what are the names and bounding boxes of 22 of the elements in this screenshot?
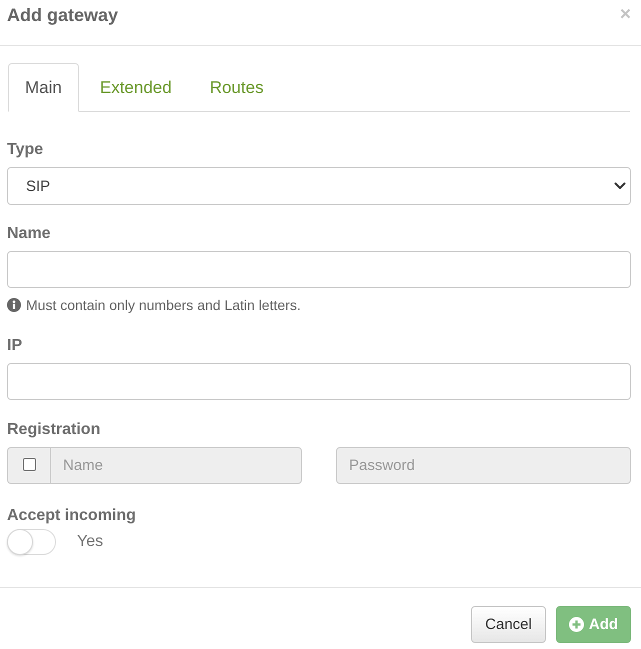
hint-text: Must contain only numbers and Latin letters. [26,296,301,314]
tab[interactable]: Routes [192,63,281,112]
tab[interactable]: Extended [82,63,189,112]
field-label: Accept incoming [7,506,136,526]
plus-circle-icon [568,617,584,632]
cancel-button[interactable]: Cancel [471,606,546,643]
tab[interactable]: Main [8,63,79,112]
toggle-switch[interactable] [7,529,56,555]
add-button[interactable]: Add [556,606,631,643]
chevron-down-icon [614,182,626,190]
dialog-title: Add gateway [7,4,118,26]
field-label: Type [7,140,44,160]
field-label: Registration [7,420,100,440]
field-label: IP [7,336,22,356]
input-field[interactable] [7,363,631,400]
close-button[interactable]: × [620,7,631,23]
input-field[interactable] [7,251,631,288]
checkbox[interactable] [22,458,36,470]
type-select[interactable]: SIP [7,167,631,205]
info-icon [7,298,21,312]
switch-label: Yes [77,533,104,551]
field-label: Name [7,224,51,244]
